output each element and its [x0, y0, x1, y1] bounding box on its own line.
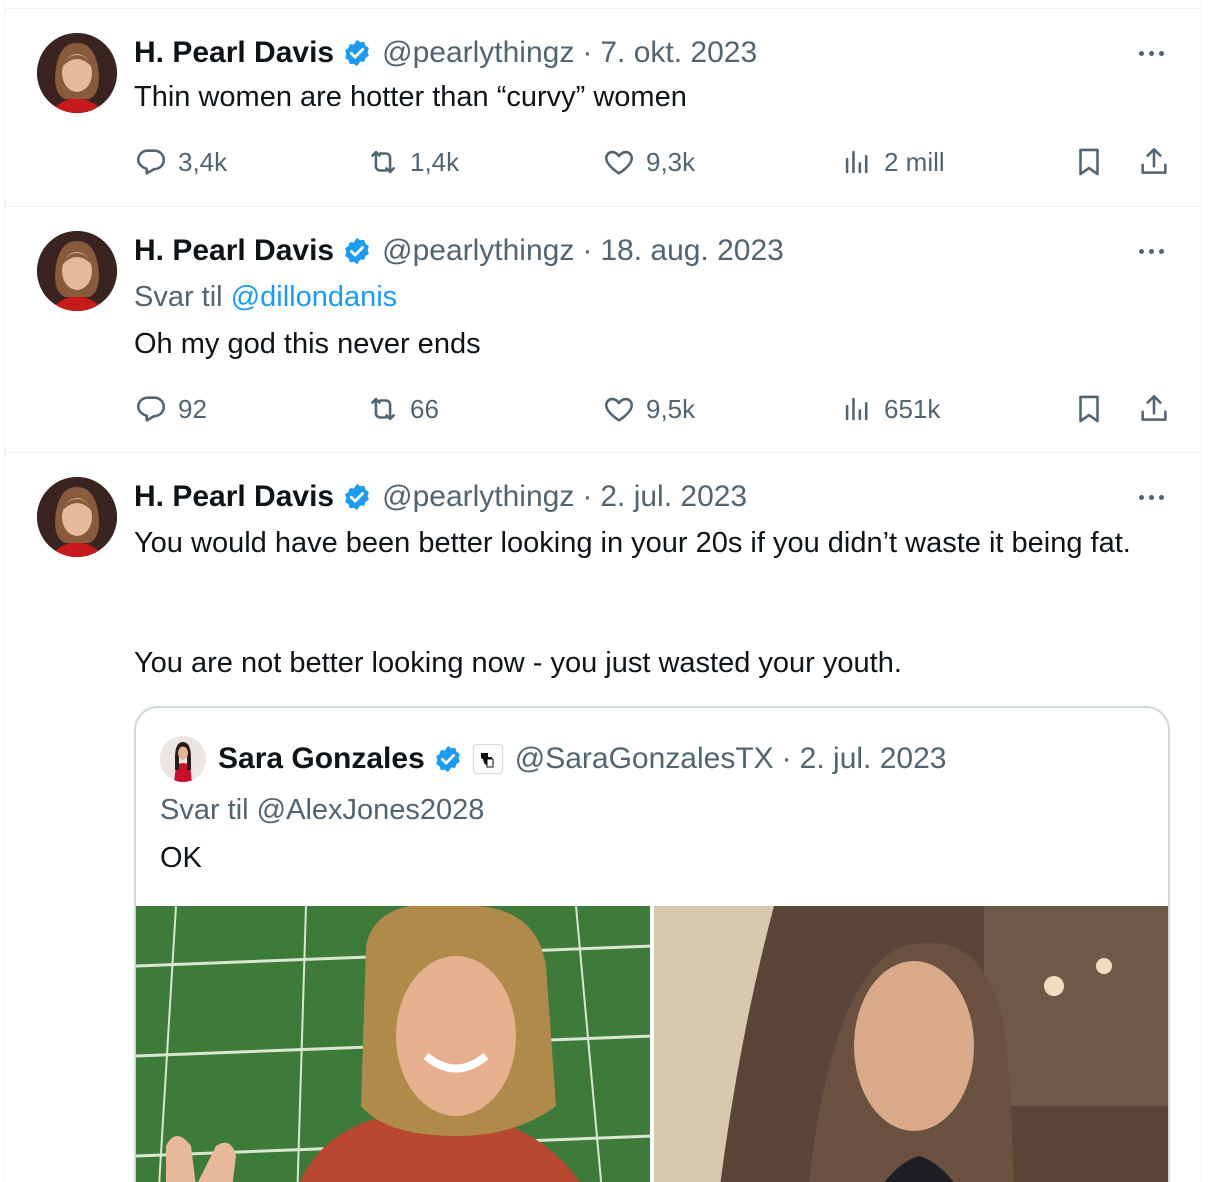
- like-button[interactable]: 9,5k: [602, 389, 695, 429]
- verified-badge-icon[interactable]: [342, 236, 372, 266]
- reply-mention-link[interactable]: @dillondanis: [231, 281, 397, 313]
- reply-context: Svar til @dillondanis: [134, 277, 397, 317]
- views-button[interactable]: 2 mill: [840, 142, 945, 182]
- share-icon: [1141, 394, 1167, 421]
- reply-button[interactable]: 92: [134, 389, 207, 429]
- share-button[interactable]: [1137, 389, 1171, 429]
- reply-prefix: Svar til: [134, 281, 223, 313]
- view-count: 2 mill: [884, 146, 945, 177]
- more-options-icon[interactable]: [1131, 37, 1171, 69]
- verified-badge-icon[interactable]: [342, 482, 372, 512]
- tweet-text: Thin women are hotter than “curvy” women: [134, 81, 687, 113]
- views-chart-icon: [845, 397, 868, 421]
- bookmark-button[interactable]: [1072, 389, 1106, 429]
- timeline: H. Pearl Davis @pearlythingz · 7. okt. 2…: [4, 0, 1202, 1182]
- tweet[interactable]: H. Pearl Davis @pearlythingz · 2. jul. 2…: [5, 453, 1201, 1182]
- tweet-text: Oh my god this never ends: [134, 328, 481, 360]
- bookmark-icon: [1079, 148, 1099, 176]
- separator: ·: [582, 480, 593, 513]
- reply-count: 92: [178, 393, 207, 424]
- separator: ·: [781, 742, 792, 775]
- reply-count: 3,4k: [178, 146, 228, 177]
- tweet-text-paragraph: You are not better looking now - you jus…: [134, 647, 902, 679]
- tweet-header: H. Pearl Davis @pearlythingz · 2. jul. 2…: [134, 479, 1141, 515]
- tweet-date[interactable]: 2. jul. 2023: [600, 480, 747, 514]
- affiliate-badge-icon[interactable]: [472, 744, 503, 774]
- tweet-text: You would have been better looking in yo…: [134, 527, 1131, 559]
- tweet-header: H. Pearl Davis @pearlythingz · 18. aug. …: [134, 233, 1141, 269]
- view-count: 651k: [884, 393, 941, 424]
- display-name[interactable]: H. Pearl Davis: [134, 480, 334, 514]
- quoted-tweet-date[interactable]: 2. jul. 2023: [800, 742, 947, 776]
- tweet-actions: 3,4k 1,4k 9,3k 2 mill: [134, 142, 1171, 182]
- retweet-icon: [371, 397, 395, 421]
- heart-icon: [605, 397, 633, 422]
- retweet-icon: [371, 150, 395, 174]
- handle[interactable]: @pearlythingz: [382, 36, 574, 70]
- bookmark-icon: [1079, 395, 1099, 423]
- bookmark-button[interactable]: [1072, 142, 1106, 182]
- quoted-display-name[interactable]: Sara Gonzales: [218, 742, 425, 776]
- quoted-tweet-header: Sara Gonzales @SaraGonzalesTX · 2. jul. …: [160, 736, 946, 782]
- quoted-tweet[interactable]: Sara Gonzales @SaraGonzalesTX · 2. jul. …: [134, 706, 1170, 1182]
- more-options-icon[interactable]: [1131, 235, 1171, 267]
- like-count: 9,5k: [646, 393, 696, 424]
- verified-badge-icon[interactable]: [342, 38, 372, 68]
- display-name[interactable]: H. Pearl Davis: [134, 234, 334, 268]
- quoted-tweet-text: OK: [160, 842, 202, 874]
- separator: ·: [582, 36, 593, 69]
- tweet-actions: 92 66 9,5k 651k: [134, 389, 1171, 429]
- avatar[interactable]: [37, 231, 117, 311]
- more-options-icon[interactable]: [1131, 481, 1171, 513]
- display-name[interactable]: H. Pearl Davis: [134, 36, 334, 70]
- avatar[interactable]: [37, 33, 117, 113]
- like-button[interactable]: 9,3k: [602, 142, 695, 182]
- share-button[interactable]: [1137, 142, 1171, 182]
- retweet-count: 66: [410, 393, 439, 424]
- avatar[interactable]: [160, 736, 206, 782]
- views-button[interactable]: 651k: [840, 389, 940, 429]
- handle[interactable]: @pearlythingz: [382, 234, 574, 268]
- quoted-media-grid: [136, 906, 1168, 1182]
- verified-badge-icon[interactable]: [433, 744, 463, 774]
- handle[interactable]: @pearlythingz: [382, 480, 574, 514]
- reply-button[interactable]: 3,4k: [134, 142, 227, 182]
- reply-icon: [136, 149, 166, 175]
- share-icon: [1141, 147, 1167, 174]
- like-count: 9,3k: [646, 146, 696, 177]
- media-image-left[interactable]: [136, 906, 650, 1182]
- quoted-reply-context: Svar til @AlexJones2028: [160, 794, 485, 826]
- tweet-date[interactable]: 18. aug. 2023: [600, 234, 784, 268]
- separator: ·: [582, 234, 593, 267]
- retweet-button[interactable]: 66: [366, 389, 439, 429]
- views-chart-icon: [845, 150, 868, 174]
- reply-icon: [136, 396, 166, 422]
- tweet[interactable]: H. Pearl Davis @pearlythingz · 18. aug. …: [5, 207, 1201, 453]
- heart-icon: [605, 150, 633, 175]
- avatar[interactable]: [37, 477, 117, 557]
- retweet-button[interactable]: 1,4k: [366, 142, 459, 182]
- quoted-handle[interactable]: @SaraGonzalesTX: [515, 742, 774, 776]
- retweet-count: 1,4k: [410, 146, 460, 177]
- tweet-date[interactable]: 7. okt. 2023: [600, 36, 757, 70]
- tweet[interactable]: H. Pearl Davis @pearlythingz · 7. okt. 2…: [5, 9, 1201, 207]
- tweet-header: H. Pearl Davis @pearlythingz · 7. okt. 2…: [134, 35, 1141, 71]
- media-image-right[interactable]: [654, 906, 1168, 1182]
